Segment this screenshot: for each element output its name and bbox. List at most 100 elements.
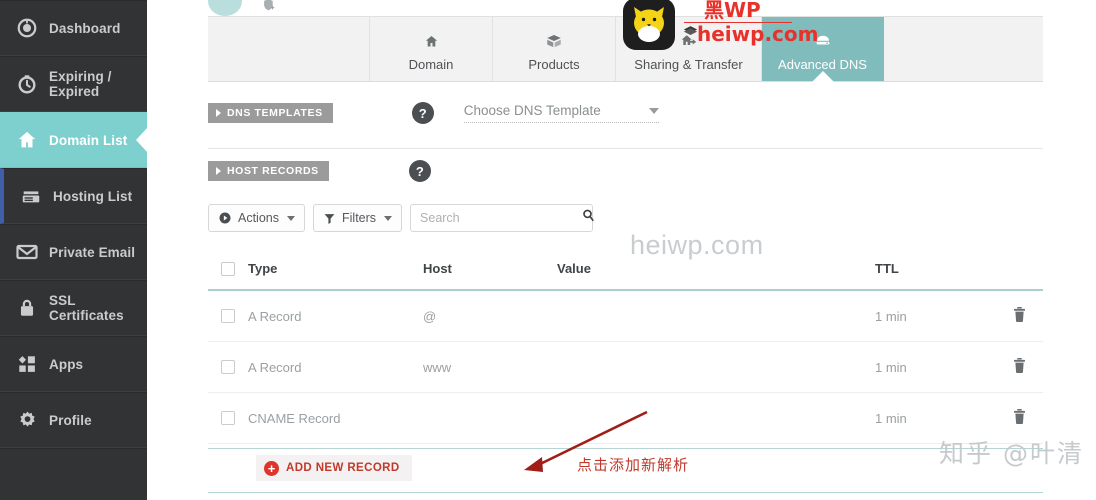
table-row[interactable]: A Record www 1 min [208,342,1043,393]
dns-icon [813,30,833,50]
server-icon [18,183,44,209]
sidebar-item-ssl-certificates[interactable]: SSL Certificates [0,280,147,336]
sidebar-item-label: Domain List [49,132,128,148]
tab-label: Domain [408,57,454,72]
play-circle-icon [218,211,232,225]
add-new-record-button[interactable]: + ADD NEW RECORD [256,455,412,481]
tab-label: Advanced DNS [778,57,867,72]
row-select-cell [208,309,248,323]
records-toolbar: Actions Filters [208,204,596,232]
chevron-down-icon [384,215,393,221]
search-input[interactable] [420,211,582,225]
tab-advanced-dns[interactable]: Advanced DNS [762,17,884,81]
select-all-checkbox[interactable] [221,261,235,276]
sidebar-item-label: Private Email [49,244,136,260]
add-shield-icon[interactable] [262,0,276,17]
caret-right-icon [216,167,221,175]
sidebar-item-profile[interactable]: Profile [0,392,147,448]
tab-label: Products [528,57,580,72]
delete-icon[interactable] [1012,306,1027,326]
column-header-host: Host [423,261,452,276]
sidebar: Dashboard Expiring / Expired Domain List [0,0,147,500]
sidebar-item-label: SSL Certificates [49,293,124,323]
clock-icon [14,71,40,97]
row-checkbox[interactable] [221,309,235,323]
row-select-cell [208,360,248,374]
row-select-cell [208,411,248,425]
host-records-pill[interactable]: HOST RECORDS [208,161,329,181]
sidebar-item-apps[interactable]: Apps [0,336,147,392]
select-all-cell [208,261,248,276]
dns-templates-label: DNS TEMPLATES [227,107,323,119]
sidebar-item-label: Expiring / Expired [49,69,112,99]
sidebar-tail [0,448,147,500]
tab-domain[interactable]: Domain [370,17,493,81]
help-glyph: ? [418,105,427,121]
sidebar-item-label: Hosting List [53,188,133,204]
caret-right-icon [216,109,221,117]
page-root: Dashboard Expiring / Expired Domain List [0,0,1096,500]
chevron-down-icon [287,215,295,221]
section-divider [208,148,1043,149]
row-actions-cell [985,408,1043,428]
delete-icon[interactable] [1012,357,1027,377]
tab-trailing-space [884,17,1043,81]
sidebar-item-private-email[interactable]: Private Email [0,224,147,280]
transfer-icon [679,30,699,50]
home-icon [14,127,40,153]
plus-icon: + [264,460,279,476]
main-content: Domain Products Sharing & Transfer Advan… [147,0,1096,500]
cell-ttl: 1 min [875,410,907,426]
filters-button[interactable]: Filters [313,204,403,232]
delete-icon[interactable] [1012,408,1027,428]
sidebar-item-domain-list[interactable]: Domain List [0,112,147,168]
annotation-text: 点击添加新解析 [577,456,690,474]
tab-label: Sharing & Transfer [634,57,743,72]
filters-label: Filters [342,211,377,225]
sidebar-item-label: Profile [49,412,92,428]
cell-ttl: 1 min [875,359,907,375]
help-glyph: ? [415,163,424,179]
cell-type: CNAME Record [248,410,341,426]
tab-sharing-transfer[interactable]: Sharing & Transfer [616,17,762,81]
cell-host: @ [423,308,437,324]
column-header-ttl: TTL [875,261,899,276]
dns-templates-pill[interactable]: DNS TEMPLATES [208,103,333,123]
dns-template-select[interactable]: Choose DNS Template [463,103,659,123]
dashboard-icon [14,15,40,41]
lock-icon [14,295,40,321]
tab-products[interactable]: Products [493,17,616,81]
column-header-value: Value [557,261,591,276]
tab-bar: Domain Products Sharing & Transfer Advan… [208,16,1043,82]
column-header-type: Type [248,261,278,276]
gear-icon [14,407,40,433]
actions-button[interactable]: Actions [208,204,305,232]
apps-icon [14,351,40,377]
row-checkbox[interactable] [221,360,235,374]
row-checkbox[interactable] [221,411,235,425]
cell-ttl: 1 min [875,308,907,324]
actions-label: Actions [238,211,279,225]
sidebar-item-hosting-list[interactable]: Hosting List [0,168,147,224]
host-records-row: HOST RECORDS ? [208,160,431,182]
host-records-help-icon[interactable]: ? [408,160,431,182]
sidebar-item-dashboard[interactable]: Dashboard [0,0,147,56]
table-row[interactable]: A Record @ 1 min [208,291,1043,342]
row-actions-cell [985,357,1043,377]
sidebar-item-label: Dashboard [49,20,121,36]
home-icon [423,30,440,50]
host-records-label: HOST RECORDS [227,165,319,177]
cell-host: www [423,359,452,375]
cell-type: A Record [248,359,302,375]
add-new-record-label: ADD NEW RECORD [286,462,400,474]
search-icon[interactable] [581,208,596,228]
search-box[interactable] [410,204,596,232]
chevron-down-icon [648,107,659,114]
add-row-bottom-divider [208,492,1043,493]
dns-templates-row: DNS TEMPLATES ? Choose DNS Template [208,102,659,124]
dns-templates-help-icon[interactable]: ? [411,102,434,124]
box-icon [545,30,563,50]
table-header-row: Type Host Value TTL [208,248,1043,291]
avatar-circle [208,0,242,16]
sidebar-item-expiring[interactable]: Expiring / Expired [0,56,147,112]
